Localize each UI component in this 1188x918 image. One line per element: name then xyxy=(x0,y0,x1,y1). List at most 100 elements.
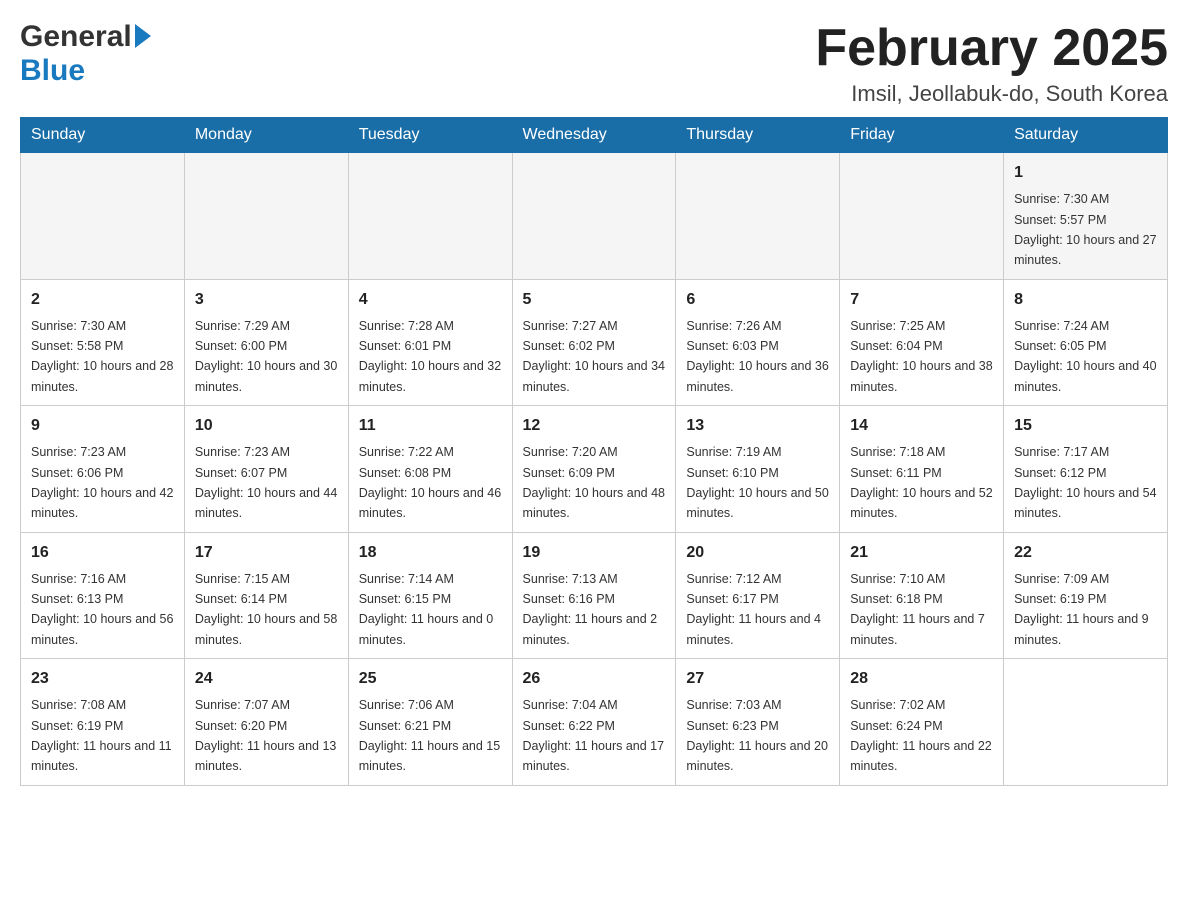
day-info: Sunrise: 7:15 AMSunset: 6:14 PMDaylight:… xyxy=(195,572,337,647)
calendar-table: SundayMondayTuesdayWednesdayThursdayFrid… xyxy=(20,117,1168,786)
day-number: 9 xyxy=(31,414,174,438)
day-number: 6 xyxy=(686,288,829,312)
day-number: 17 xyxy=(195,541,338,565)
day-info: Sunrise: 7:19 AMSunset: 6:10 PMDaylight:… xyxy=(686,445,828,520)
page-header: General Blue February 2025 Imsil, Jeolla… xyxy=(20,20,1168,107)
calendar-day-header: Sunday xyxy=(21,118,185,153)
calendar-cell: 25 Sunrise: 7:06 AMSunset: 6:21 PMDayligh… xyxy=(348,659,512,786)
day-number: 20 xyxy=(686,541,829,565)
calendar-cell: 19 Sunrise: 7:13 AMSunset: 6:16 PMDayligh… xyxy=(512,532,676,659)
day-number: 16 xyxy=(31,541,174,565)
calendar-cell: 6 Sunrise: 7:26 AMSunset: 6:03 PMDaylight… xyxy=(676,279,840,406)
calendar-week-row: 9 Sunrise: 7:23 AMSunset: 6:06 PMDaylight… xyxy=(21,406,1168,533)
calendar-cell: 5 Sunrise: 7:27 AMSunset: 6:02 PMDaylight… xyxy=(512,279,676,406)
calendar-cell: 16 Sunrise: 7:16 AMSunset: 6:13 PMDayligh… xyxy=(21,532,185,659)
calendar-cell: 11 Sunrise: 7:22 AMSunset: 6:08 PMDayligh… xyxy=(348,406,512,533)
calendar-week-row: 16 Sunrise: 7:16 AMSunset: 6:13 PMDayligh… xyxy=(21,532,1168,659)
day-info: Sunrise: 7:07 AMSunset: 6:20 PMDaylight:… xyxy=(195,698,337,773)
calendar-day-header: Tuesday xyxy=(348,118,512,153)
calendar-cell: 15 Sunrise: 7:17 AMSunset: 6:12 PMDayligh… xyxy=(1004,406,1168,533)
day-number: 15 xyxy=(1014,414,1157,438)
day-info: Sunrise: 7:18 AMSunset: 6:11 PMDaylight:… xyxy=(850,445,992,520)
logo-blue-text: Blue xyxy=(20,54,85,87)
calendar-cell: 17 Sunrise: 7:15 AMSunset: 6:14 PMDayligh… xyxy=(184,532,348,659)
day-info: Sunrise: 7:27 AMSunset: 6:02 PMDaylight:… xyxy=(523,319,665,394)
day-info: Sunrise: 7:14 AMSunset: 6:15 PMDaylight:… xyxy=(359,572,494,647)
calendar-day-header: Friday xyxy=(840,118,1004,153)
calendar-cell: 28 Sunrise: 7:02 AMSunset: 6:24 PMDayligh… xyxy=(840,659,1004,786)
day-number: 7 xyxy=(850,288,993,312)
day-number: 12 xyxy=(523,414,666,438)
logo-general-text: General xyxy=(20,20,132,54)
day-number: 22 xyxy=(1014,541,1157,565)
calendar-cell xyxy=(840,153,1004,280)
day-info: Sunrise: 7:17 AMSunset: 6:12 PMDaylight:… xyxy=(1014,445,1156,520)
day-info: Sunrise: 7:13 AMSunset: 6:16 PMDaylight:… xyxy=(523,572,658,647)
calendar-cell: 20 Sunrise: 7:12 AMSunset: 6:17 PMDayligh… xyxy=(676,532,840,659)
day-info: Sunrise: 7:20 AMSunset: 6:09 PMDaylight:… xyxy=(523,445,665,520)
calendar-cell: 1Sunrise: 7:30 AMSunset: 5:57 PMDaylight… xyxy=(1004,153,1168,280)
day-info: Sunrise: 7:25 AMSunset: 6:04 PMDaylight:… xyxy=(850,319,992,394)
calendar-cell: 12 Sunrise: 7:20 AMSunset: 6:09 PMDayligh… xyxy=(512,406,676,533)
day-number: 19 xyxy=(523,541,666,565)
calendar-cell: 27 Sunrise: 7:03 AMSunset: 6:23 PMDayligh… xyxy=(676,659,840,786)
calendar-cell xyxy=(184,153,348,280)
month-title: February 2025 xyxy=(815,20,1168,77)
day-info: Sunrise: 7:30 AMSunset: 5:58 PMDaylight:… xyxy=(31,319,173,394)
calendar-cell: 14 Sunrise: 7:18 AMSunset: 6:11 PMDayligh… xyxy=(840,406,1004,533)
day-info: Sunrise: 7:24 AMSunset: 6:05 PMDaylight:… xyxy=(1014,319,1156,394)
calendar-cell: 18 Sunrise: 7:14 AMSunset: 6:15 PMDayligh… xyxy=(348,532,512,659)
day-number: 25 xyxy=(359,667,502,691)
day-number: 4 xyxy=(359,288,502,312)
calendar-day-header: Wednesday xyxy=(512,118,676,153)
day-info: Sunrise: 7:22 AMSunset: 6:08 PMDaylight:… xyxy=(359,445,501,520)
day-number: 23 xyxy=(31,667,174,691)
day-info: Sunrise: 7:09 AMSunset: 6:19 PMDaylight:… xyxy=(1014,572,1149,647)
day-info: Sunrise: 7:23 AMSunset: 6:07 PMDaylight:… xyxy=(195,445,337,520)
day-number: 11 xyxy=(359,414,502,438)
calendar-cell: 7 Sunrise: 7:25 AMSunset: 6:04 PMDaylight… xyxy=(840,279,1004,406)
calendar-week-row: 2Sunrise: 7:30 AMSunset: 5:58 PMDaylight… xyxy=(21,279,1168,406)
location-title: Imsil, Jeollabuk-do, South Korea xyxy=(815,81,1168,107)
calendar-day-header: Monday xyxy=(184,118,348,153)
day-number: 10 xyxy=(195,414,338,438)
day-info: Sunrise: 7:08 AMSunset: 6:19 PMDaylight:… xyxy=(31,698,172,773)
calendar-cell: 26Sunrise: 7:04 AMSunset: 6:22 PMDayligh… xyxy=(512,659,676,786)
logo: General Blue xyxy=(20,20,151,88)
calendar-week-row: 23 Sunrise: 7:08 AMSunset: 6:19 PMDayligh… xyxy=(21,659,1168,786)
title-block: February 2025 Imsil, Jeollabuk-do, South… xyxy=(815,20,1168,107)
day-number: 3 xyxy=(195,288,338,312)
calendar-cell: 8 Sunrise: 7:24 AMSunset: 6:05 PMDaylight… xyxy=(1004,279,1168,406)
calendar-cell xyxy=(21,153,185,280)
day-number: 8 xyxy=(1014,288,1157,312)
day-info: Sunrise: 7:12 AMSunset: 6:17 PMDaylight:… xyxy=(686,572,821,647)
day-number: 27 xyxy=(686,667,829,691)
day-number: 5 xyxy=(523,288,666,312)
calendar-cell: 9 Sunrise: 7:23 AMSunset: 6:06 PMDaylight… xyxy=(21,406,185,533)
day-info: Sunrise: 7:29 AMSunset: 6:00 PMDaylight:… xyxy=(195,319,337,394)
day-info: Sunrise: 7:06 AMSunset: 6:21 PMDaylight:… xyxy=(359,698,501,773)
day-info: Sunrise: 7:23 AMSunset: 6:06 PMDaylight:… xyxy=(31,445,173,520)
day-info: Sunrise: 7:10 AMSunset: 6:18 PMDaylight:… xyxy=(850,572,985,647)
logo-arrow-icon xyxy=(135,24,151,48)
day-info: Sunrise: 7:02 AMSunset: 6:24 PMDaylight:… xyxy=(850,698,992,773)
calendar-day-header: Thursday xyxy=(676,118,840,153)
calendar-cell: 22 Sunrise: 7:09 AMSunset: 6:19 PMDayligh… xyxy=(1004,532,1168,659)
day-info: Sunrise: 7:16 AMSunset: 6:13 PMDaylight:… xyxy=(31,572,173,647)
calendar-day-header: Saturday xyxy=(1004,118,1168,153)
day-info: Sunrise: 7:26 AMSunset: 6:03 PMDaylight:… xyxy=(686,319,828,394)
day-info: Sunrise: 7:03 AMSunset: 6:23 PMDaylight:… xyxy=(686,698,828,773)
day-number: 28 xyxy=(850,667,993,691)
day-number: 21 xyxy=(850,541,993,565)
day-number: 24 xyxy=(195,667,338,691)
day-number: 1 xyxy=(1014,161,1157,185)
day-number: 14 xyxy=(850,414,993,438)
calendar-cell xyxy=(676,153,840,280)
calendar-cell: 24 Sunrise: 7:07 AMSunset: 6:20 PMDayligh… xyxy=(184,659,348,786)
calendar-cell xyxy=(348,153,512,280)
calendar-cell: 3 Sunrise: 7:29 AMSunset: 6:00 PMDaylight… xyxy=(184,279,348,406)
day-number: 18 xyxy=(359,541,502,565)
calendar-cell: 21 Sunrise: 7:10 AMSunset: 6:18 PMDayligh… xyxy=(840,532,1004,659)
day-number: 26 xyxy=(523,667,666,691)
calendar-cell: 4Sunrise: 7:28 AMSunset: 6:01 PMDaylight… xyxy=(348,279,512,406)
